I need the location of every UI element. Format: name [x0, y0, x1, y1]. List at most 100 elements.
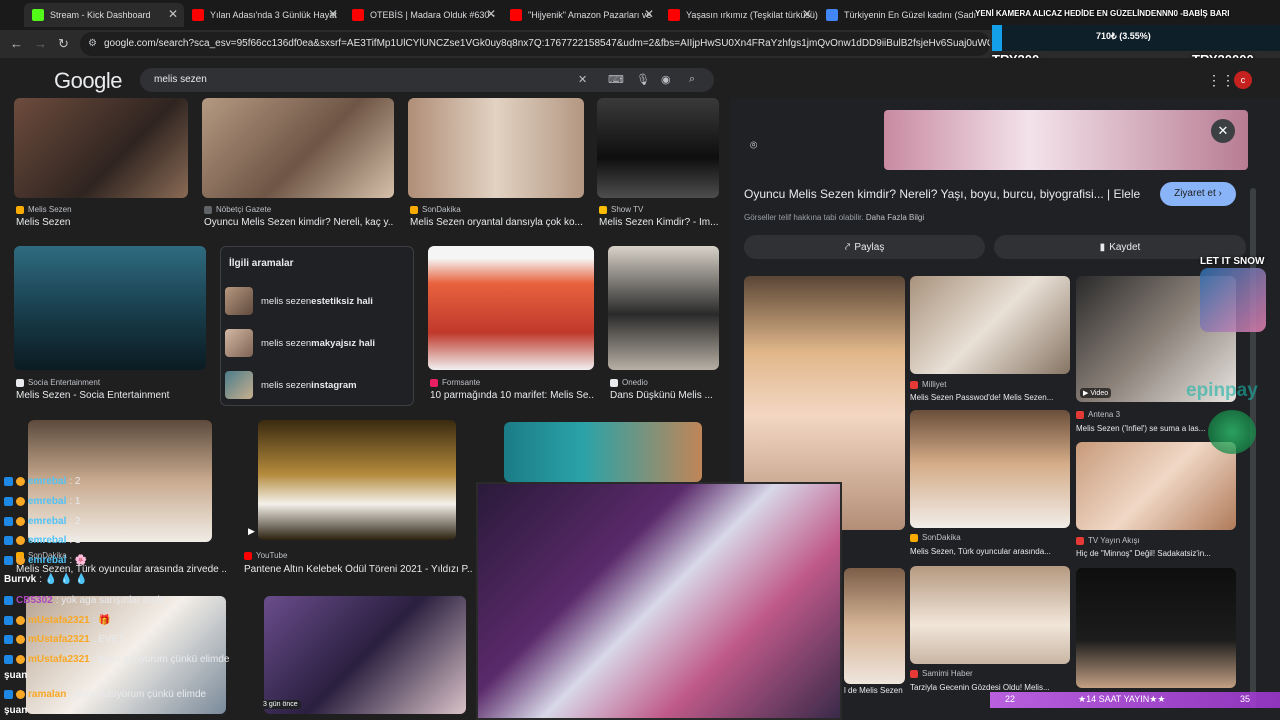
related-item[interactable]: melis sezen makyajsız hali — [225, 325, 411, 361]
related-item[interactable]: melis sezen estetiksiz hali — [225, 283, 411, 319]
microphone-icon[interactable]: 🎙 — [636, 73, 650, 86]
close-icon[interactable]: ✕ — [1211, 119, 1235, 143]
kick-icon — [32, 9, 44, 21]
sticker-image — [1200, 268, 1266, 332]
lens-icon[interactable]: ◉ — [661, 73, 671, 86]
video-badge: ▶ Video — [1080, 388, 1112, 398]
source-icon — [204, 205, 212, 214]
close-icon[interactable]: ✕ — [168, 7, 178, 21]
related-title[interactable]: Melis Sezen Passwod'de! Melis Sezen... — [910, 393, 1070, 402]
result-image[interactable] — [504, 422, 702, 482]
close-icon[interactable]: ✕ — [644, 7, 654, 21]
google-logo[interactable]: Google — [54, 68, 122, 94]
chat-message: emrebal: 1 — [4, 496, 80, 507]
let-it-snow-label: LET IT SNOW — [1200, 256, 1265, 267]
result-source: YouTube — [244, 551, 287, 560]
chat-message: mUstafa2321: bunu tutuyorum çünkü elimde — [4, 654, 229, 665]
related-title[interactable]: Hiç de "Minnoş" Değil! Sadakatsiz'in... — [1076, 549, 1236, 558]
search-icon[interactable]: ⌕ — [689, 73, 695, 86]
result-source: Nöbetçi Gazete — [204, 205, 271, 214]
related-title[interactable]: Melis Sezen, Türk oyuncular arasında... — [910, 547, 1070, 556]
ticker-text: YENİ KAMERA ALICAZ HEDİDE EN GÜZELİNDENN… — [975, 9, 1230, 18]
result-title[interactable]: Melis Sezen Kimdir? - İm... — [599, 217, 719, 228]
coin-icon — [16, 517, 25, 526]
result-title[interactable]: Melis Sezen - Socia Entertainment — [16, 390, 206, 401]
result-image[interactable] — [14, 246, 206, 370]
site-info-icon[interactable]: ⚙ — [88, 32, 97, 56]
apps-grid-icon[interactable]: ⋮⋮ — [1207, 72, 1235, 89]
result-image[interactable] — [202, 98, 394, 198]
close-icon[interactable]: ✕ — [328, 7, 338, 21]
related-item[interactable]: melis sezen instagram — [225, 367, 411, 403]
source-icon — [599, 205, 607, 214]
result-source: Show TV — [599, 205, 643, 214]
related-image[interactable] — [910, 410, 1070, 528]
result-title[interactable]: Oyuncu Melis Sezen kimdir? Nereli, kaç y… — [204, 217, 394, 228]
coin-icon — [16, 497, 25, 506]
badge-icon — [4, 536, 13, 545]
keyboard-icon[interactable]: ⌨ — [608, 73, 624, 86]
result-title[interactable]: Melis Sezen oryantal dansıyla çok ko... — [410, 217, 584, 228]
related-image[interactable] — [1076, 568, 1236, 688]
tab-youtube-2[interactable]: OTEBİS | Madara Olduk #630 - ✕ — [344, 3, 502, 27]
related-source: Antena 3 — [1076, 410, 1120, 419]
badge-icon — [4, 635, 13, 644]
source-icon — [16, 205, 24, 214]
result-title[interactable]: Melis Sezen — [16, 217, 186, 228]
related-image[interactable] — [910, 276, 1070, 374]
youtube-icon — [668, 9, 680, 21]
badge-icon — [4, 690, 13, 699]
source-icon — [1076, 536, 1084, 545]
address-bar[interactable]: ⚙ google.com/search?sca_esv=95f66cc136df… — [80, 32, 990, 56]
coin-icon — [16, 536, 25, 545]
result-image[interactable] — [408, 98, 584, 198]
tab-youtube-4[interactable]: Yaşasın ırkımız (Teşkilat türküsü) ✕ — [660, 3, 818, 27]
tab-kick-dashboard[interactable]: Stream - Kick Dashboard ✕ — [24, 3, 184, 27]
share-button[interactable]: ⤤ Paylaş — [744, 235, 985, 259]
result-image[interactable] — [428, 246, 594, 370]
close-icon[interactable]: ✕ — [802, 7, 812, 21]
coin-icon — [16, 616, 25, 625]
disco-ball-icon — [1208, 410, 1256, 454]
result-image[interactable] — [608, 246, 719, 370]
tab-youtube-1[interactable]: Yılan Adası'nda 3 Günlük Hayat ✕ — [184, 3, 344, 27]
result-image[interactable] — [597, 98, 719, 198]
related-title[interactable]: l de Melis Sezen — [844, 686, 906, 695]
forward-icon[interactable]: → — [34, 36, 47, 51]
coin-icon — [16, 690, 25, 699]
back-icon[interactable]: ← — [10, 36, 23, 51]
result-title[interactable]: 10 parmağında 10 marifet: Melis Se... — [430, 390, 594, 401]
search-query: melis sezen — [154, 74, 207, 85]
related-image[interactable] — [910, 566, 1070, 664]
result-title[interactable]: Pantene Altın Kelebek Ödül Töreni 2021 -… — [244, 564, 472, 575]
more-info-link[interactable]: Daha Fazla Bilgi — [866, 213, 924, 222]
preview-title[interactable]: Oyuncu Melis Sezen kimdir? Nereli? Yaşı,… — [744, 187, 1144, 201]
related-title[interactable]: Tarziyla Gecenin Gözdesi Oldu! Melis... — [910, 683, 1070, 692]
close-icon[interactable]: ✕ — [486, 7, 496, 21]
result-title[interactable]: Dans Düşkünü Melis ... — [610, 390, 718, 401]
avatar[interactable]: c — [1234, 71, 1252, 89]
tab-label: Stream - Kick Dashboard — [50, 10, 151, 20]
related-image[interactable] — [1076, 442, 1236, 530]
related-image[interactable] — [844, 568, 905, 684]
badge-icon — [4, 497, 13, 506]
source-icon — [910, 380, 918, 389]
clear-icon[interactable]: ✕ — [578, 73, 587, 86]
webcam-feed — [476, 482, 842, 720]
tab-youtube-3[interactable]: "Hijyenik" Amazon Pazarları ve ✕ — [502, 3, 660, 27]
lens-icon[interactable]: ⌾ — [750, 138, 757, 153]
related-thumb — [225, 371, 253, 399]
coin-icon — [16, 556, 25, 565]
result-image[interactable] — [14, 98, 188, 198]
result-image[interactable] — [264, 596, 466, 714]
tab-google[interactable]: Türkiyenin En Güzel kadını (Sadı — [818, 3, 978, 27]
chat-message: Burrvk: 💧 💧 💧 — [4, 574, 88, 585]
search-input[interactable]: melis sezen — [140, 68, 714, 92]
tab-label: "Hijyenik" Amazon Pazarları ve — [528, 10, 652, 20]
preview-image[interactable] — [884, 110, 1248, 170]
result-image[interactable] — [258, 420, 456, 540]
reload-icon[interactable]: ↻ — [58, 36, 69, 52]
tab-label: Yaşasın ırkımız (Teşkilat türküsü) — [686, 10, 818, 20]
visit-button[interactable]: Ziyaret et › — [1160, 182, 1236, 206]
age-badge: 3 gün önce — [260, 700, 301, 709]
